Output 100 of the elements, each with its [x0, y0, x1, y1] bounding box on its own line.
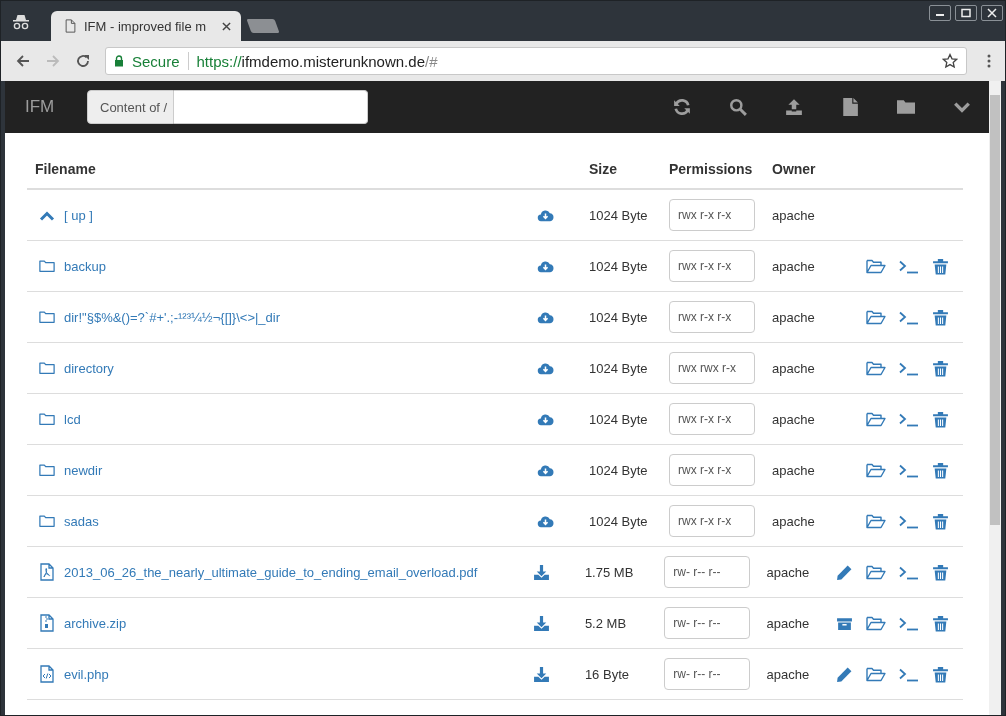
permissions-field[interactable]: rwx rwx r-x [669, 352, 755, 384]
pdf-file-icon [39, 563, 55, 581]
size-text: 5.2 MB [584, 615, 628, 631]
trash-icon[interactable] [932, 461, 949, 479]
permissions-field[interactable]: rw- r-- r-- [664, 658, 751, 690]
file-link[interactable]: lcd [64, 411, 81, 427]
refresh-icon[interactable] [673, 98, 691, 116]
back-icon[interactable] [15, 53, 31, 69]
owner-text: apache [766, 564, 811, 580]
size-text: 1024 Byte [589, 411, 649, 427]
scrollbar[interactable] [989, 81, 1001, 715]
file-link[interactable]: directory [64, 360, 114, 376]
maximize-button[interactable] [955, 5, 977, 21]
trash-icon[interactable] [932, 665, 949, 683]
trash-icon[interactable] [932, 410, 949, 428]
trash-icon[interactable] [932, 614, 949, 632]
owner-text: apache [772, 411, 816, 427]
size-text: 1024 Byte [589, 309, 649, 325]
path-field[interactable] [174, 90, 369, 124]
column-header: Filename [34, 161, 97, 177]
close-button[interactable] [981, 5, 1003, 21]
zip-file-icon [39, 614, 55, 632]
secure-label: Secure [132, 52, 180, 70]
owner-text: apache [772, 207, 816, 223]
folder-open-icon[interactable] [866, 563, 886, 581]
new-file-icon[interactable] [841, 98, 859, 116]
permissions-field[interactable]: rwx r-x r-x [669, 454, 755, 486]
size-text: 16 Byte [584, 666, 630, 682]
folder-open-icon[interactable] [866, 461, 886, 479]
owner-text: apache [772, 513, 816, 529]
pencil-icon[interactable] [836, 563, 853, 581]
trash-icon[interactable] [932, 308, 949, 326]
folder-open-icon[interactable] [866, 512, 886, 530]
owner-text: apache [766, 666, 811, 682]
code-file-icon [39, 665, 55, 683]
size-text: 1024 Byte [589, 360, 649, 376]
permissions-field[interactable]: rw- r-- r-- [664, 556, 751, 588]
permissions-field[interactable]: rw- r-- r-- [664, 607, 751, 639]
trash-icon[interactable] [932, 512, 949, 530]
file-link[interactable]: sadas [64, 513, 99, 529]
folder-open-icon[interactable] [866, 665, 886, 683]
document-icon [65, 19, 76, 33]
folder-icon [39, 461, 55, 479]
incognito-icon [11, 14, 31, 30]
minimize-button[interactable] [929, 5, 951, 21]
trash-icon[interactable] [932, 359, 949, 377]
file-link[interactable]: archive.zip [64, 615, 127, 631]
permissions-field[interactable]: rwx r-x r-x [669, 250, 755, 282]
browser-tab[interactable]: IFM - improved file m [51, 11, 241, 41]
new-folder-icon[interactable] [897, 98, 915, 116]
folder-open-icon[interactable] [866, 308, 886, 326]
download-icon[interactable] [533, 614, 551, 632]
folder-icon [39, 359, 55, 377]
permissions-field[interactable]: rwx r-x r-x [669, 403, 755, 435]
upload-icon[interactable] [785, 98, 803, 116]
url-text: https://ifmdemo.misterunknown.de/# [196, 52, 438, 70]
maximize-icon [961, 8, 971, 18]
size-text: 1.75 MB [584, 564, 635, 580]
reload-icon[interactable] [75, 53, 91, 69]
folder-open-icon[interactable] [866, 359, 886, 377]
download-icon[interactable] [533, 665, 551, 683]
download-icon[interactable] [533, 563, 551, 581]
size-text: 1024 Byte [589, 207, 649, 223]
size-text: 1024 Byte [589, 513, 649, 529]
permissions-field[interactable]: rwx r-x r-x [669, 505, 755, 537]
file-link[interactable]: dir!"§$%&()=?`#+'.;-¹²³¼½¬{[]}\<>|_dir [64, 309, 281, 325]
lock-icon [114, 55, 124, 67]
owner-text: apache [772, 360, 816, 376]
file-link[interactable]: newdir [64, 462, 103, 478]
owner-text: apache [766, 615, 811, 631]
permissions-field[interactable]: rwx r-x r-x [669, 199, 755, 231]
file-link[interactable]: evil.php [64, 666, 109, 682]
column-header: Permissions [669, 161, 754, 177]
column-header: Size [589, 161, 618, 177]
brand-logo[interactable]: IFM [25, 97, 87, 117]
folder-icon [39, 512, 55, 530]
tab-title: IFM - improved file m [84, 18, 208, 34]
file-link[interactable]: backup [64, 258, 106, 274]
column-header: Owner [772, 161, 817, 177]
trash-icon[interactable] [932, 257, 949, 275]
folder-icon [39, 410, 55, 428]
permissions-field[interactable]: rwx r-x r-x [669, 301, 755, 333]
path-label: Content of / [87, 90, 175, 124]
file-link[interactable]: 2013_06_26_the_nearly_ultimate_guide_to_ending_email_overload.pdf [64, 564, 478, 580]
pencil-icon[interactable] [836, 665, 853, 683]
file-link[interactable]: [ up ] [64, 207, 93, 223]
folder-open-icon[interactable] [866, 614, 886, 632]
folder-icon [39, 257, 55, 275]
trash-icon[interactable] [932, 563, 949, 581]
menu-icon[interactable] [987, 53, 991, 69]
close-icon [987, 8, 997, 18]
new-tab-button[interactable] [246, 19, 280, 33]
folder-open-icon[interactable] [866, 257, 886, 275]
folder-open-icon[interactable] [866, 410, 886, 428]
address-bar[interactable]: Secure https://ifmdemo.misterunknown.de/# [105, 47, 967, 75]
owner-text: apache [772, 309, 816, 325]
search-icon[interactable] [729, 98, 747, 116]
star-icon[interactable] [942, 53, 958, 69]
size-text: 1024 Byte [589, 462, 649, 478]
close-icon[interactable] [222, 21, 231, 31]
